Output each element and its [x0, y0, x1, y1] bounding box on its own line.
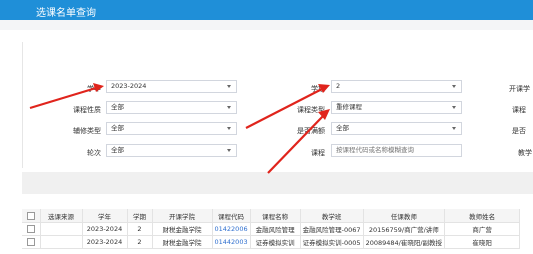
- arrow-to-xuenian: [29, 86, 97, 110]
- arrow-head-icon: [318, 84, 330, 93]
- arrow-head-icon: [93, 83, 104, 92]
- annotation-arrows: [29, 83, 330, 174]
- arrow-to-kecheng-leixing: [267, 114, 325, 174]
- arrow-to-xueqi: [245, 88, 323, 129]
